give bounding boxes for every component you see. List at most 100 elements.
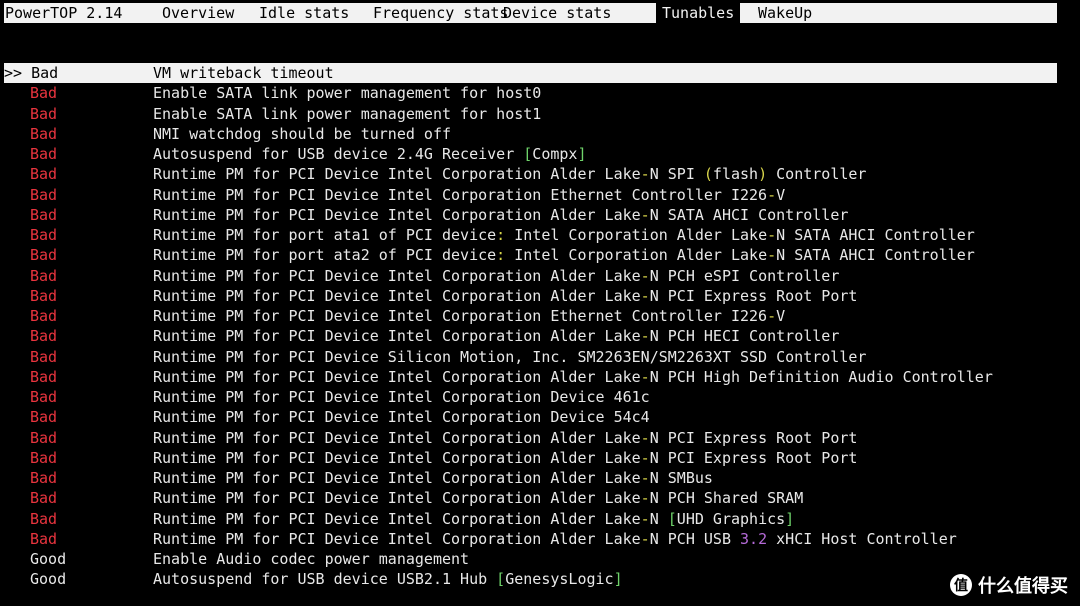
tunable-description: Runtime PM for PCI Device Intel Corporat… [153,307,786,325]
tab-device-stats[interactable]: Device stats [503,3,611,23]
number-highlight: 3.2 [740,529,768,548]
tunable-description: Runtime PM for PCI Device Intel Corporat… [153,205,849,224]
tunable-status: Bad [30,84,58,103]
tunable-description: Runtime PM for PCI Device Intel Corporat… [153,266,840,285]
tunable-description: Runtime PM for PCI Device Intel Corporat… [153,165,867,184]
punct-glyph: - [640,509,650,528]
bracket-glyph: [ [496,570,506,589]
tunable-status: Bad [30,347,58,366]
punct-glyph: - [640,165,650,184]
tunable-status: Bad [30,165,58,184]
tunable-row[interactable]: Bad Runtime PM for PCI Device Intel Corpo… [0,468,1080,488]
tunable-row[interactable]: Bad Runtime PM for port ata2 of PCI devic… [0,245,1080,265]
punct-glyph: - [640,205,650,224]
tunable-row[interactable]: Bad Runtime PM for PCI Device Intel Corpo… [0,266,1080,286]
tunable-status: Bad [30,185,58,204]
tunable-row[interactable]: Bad Runtime PM for PCI Device Intel Corpo… [0,306,1080,326]
bracket-glyph: [ [667,509,677,528]
punct-glyph: - [640,529,650,548]
tunable-row[interactable]: Good Enable Audio codec power management [0,549,1080,569]
tunable-description: Runtime PM for PCI Device Intel Corporat… [153,529,957,548]
punct-glyph: : [496,246,506,265]
tunable-row[interactable]: Bad Runtime PM for PCI Device Intel Corpo… [0,367,1080,387]
tunable-row[interactable]: Bad Autosuspend for USB device 2.4G Recei… [0,144,1080,164]
app-title: PowerTOP 2.14 [5,4,123,22]
tunable-row[interactable]: Bad Runtime PM for PCI Device Intel Corpo… [0,428,1080,448]
tunable-status: Bad [30,246,58,265]
tunable-status: Good [30,550,67,568]
watermark-text: 什么值得买 [978,576,1068,597]
punct-glyph: - [640,428,650,447]
punct-glyph: : [496,226,506,244]
tunable-row[interactable]: >> Bad VM writeback timeout [4,63,1057,84]
tunable-status: Bad [30,509,58,528]
punct-glyph: ( [703,165,713,184]
punct-glyph: - [640,266,650,285]
tunable-description: Runtime PM for PCI Device Silicon Motion… [153,347,867,366]
tunable-row[interactable]: Bad Runtime PM for PCI Device Intel Corpo… [0,387,1080,407]
tunable-status: Bad [30,307,58,325]
tunable-row[interactable]: Bad Runtime PM for PCI Device Intel Corpo… [0,286,1080,306]
tunable-row[interactable]: Bad Runtime PM for PCI Device Intel Corpo… [0,529,1080,549]
tunable-status: Bad [30,327,58,346]
tab-wakeup[interactable]: WakeUp [758,3,812,23]
tunable-row[interactable]: Bad Runtime PM for PCI Device Intel Corpo… [0,205,1080,225]
tunable-status: Bad [30,529,58,548]
tunable-description: Runtime PM for PCI Device Intel Corporat… [153,185,786,204]
punct-glyph: - [767,226,777,244]
tunable-row[interactable]: Bad Enable SATA link power management for… [0,83,1080,103]
tunable-status: Bad [30,104,58,123]
watermark: 值 什么值得买 [950,572,1068,598]
tunable-row[interactable]: Bad NMI watchdog should be turned off [0,124,1080,144]
tunable-description: Runtime PM for PCI Device Intel Corporat… [153,286,858,305]
bracket-glyph: ] [613,570,623,589]
punct-glyph: - [640,469,650,487]
tunable-status: Bad [30,266,58,285]
tunable-status: Bad [30,428,58,447]
tunable-description: Runtime PM for PCI Device Intel Corporat… [153,428,858,447]
tunable-description: Autosuspend for USB device 2.4G Receiver… [153,145,587,163]
tab-idle-stats[interactable]: Idle stats [259,3,349,23]
bracket-glyph: ] [785,509,795,528]
tunable-row[interactable]: Bad Runtime PM for PCI Device Intel Corpo… [0,185,1080,205]
tunable-row[interactable]: Bad Runtime PM for PCI Device Silicon Mot… [0,347,1080,367]
tunable-status: Bad [30,469,58,487]
tunable-status: Bad [30,145,58,163]
punct-glyph: - [767,246,777,265]
tunable-status: Bad [30,286,58,305]
tunable-status: Bad [30,408,58,427]
tunable-description: NMI watchdog should be turned off [153,124,452,143]
tunable-row[interactable]: Bad Enable SATA link power management for… [0,104,1080,124]
tunable-description: VM writeback timeout [153,64,334,82]
bracket-glyph: ] [577,145,587,163]
tunable-row[interactable]: Bad Runtime PM for PCI Device Intel Corpo… [0,326,1080,346]
punct-glyph: - [640,448,650,467]
tunable-description: Runtime PM for port ata1 of PCI device: … [153,226,975,244]
tunable-status: Good [30,570,67,589]
tunable-row[interactable]: Bad Runtime PM for PCI Device Intel Corpo… [0,164,1080,184]
tunable-row[interactable]: Bad Runtime PM for PCI Device Intel Corpo… [0,407,1080,427]
tunable-status: Bad [30,124,58,143]
tunable-status: Bad [30,388,58,406]
tunable-row[interactable]: Bad Runtime PM for PCI Device Intel Corpo… [0,488,1080,508]
tunable-description: Enable Audio codec power management [153,550,470,568]
tunable-row[interactable]: Bad Runtime PM for PCI Device Intel Corpo… [0,448,1080,468]
punct-glyph: ) [758,165,768,184]
tunable-description: Runtime PM for port ata2 of PCI device: … [153,246,975,265]
punct-glyph: - [640,286,650,305]
punct-glyph: - [767,307,777,325]
tab-bar: PowerTOP 2.14 Overview Idle stats Freque… [4,3,1057,23]
tab-frequency-stats[interactable]: Frequency stats [373,3,508,23]
bracket-glyph: [ [523,145,533,163]
tunable-description: Runtime PM for PCI Device Intel Corporat… [153,388,650,406]
tab-tunables[interactable]: Tunables [656,3,740,23]
tunable-description: Runtime PM for PCI Device Intel Corporat… [153,489,804,508]
tunable-description: Runtime PM for PCI Device Intel Corporat… [153,469,713,487]
tunable-row[interactable]: Good Autosuspend for USB device USB2.1 Hu… [0,569,1080,589]
tunable-status: Bad [30,489,58,508]
tunable-row[interactable]: Bad Runtime PM for port ata1 of PCI devic… [0,225,1080,245]
tunable-description: Enable SATA link power management for ho… [153,104,542,123]
tunable-row[interactable]: Bad Runtime PM for PCI Device Intel Corpo… [0,509,1080,529]
tunable-description: Runtime PM for PCI Device Intel Corporat… [153,327,840,346]
tab-overview[interactable]: Overview [162,3,234,23]
